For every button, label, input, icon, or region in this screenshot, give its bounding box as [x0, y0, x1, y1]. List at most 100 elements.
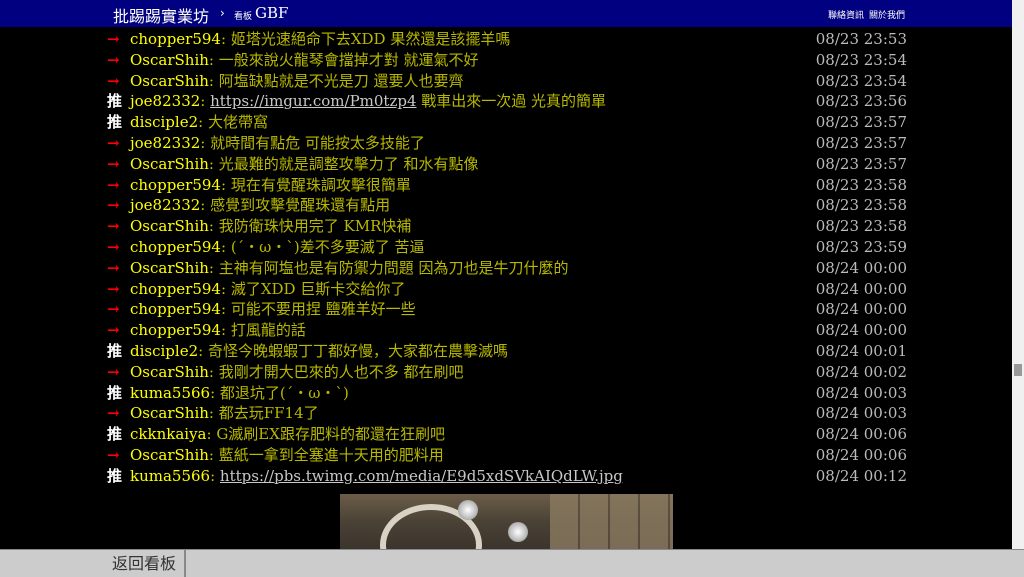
push-text: 感覺到攻擊覺醒珠還有點用	[210, 196, 391, 215]
push-user: joe82332	[130, 196, 201, 215]
push-content: (´・ω・`)差不多要滅了 苦逼	[231, 238, 425, 256]
push-text: 可能不要用捏 鹽雅羊好一些	[230, 300, 416, 319]
push-tag: 推	[107, 425, 123, 444]
push-row: → OscarShih: 光最難的就是調整攻擊力了 和水有點像 08/23 23:5…	[107, 154, 917, 174]
push-row: → joe82332: 就時間有點危 可能按太多技能了 08/23 23:57	[107, 133, 917, 153]
push-text: 奇怪今晚蝦蝦丁丁都好慢，大家都在農擊滅嗎	[207, 342, 508, 360]
push-text: (´・ω・`)差不多要滅了 苦逼	[230, 238, 425, 256]
push-content: 現在有覺醒珠調攻擊很簡單	[231, 176, 411, 194]
arrow-tag: →	[107, 196, 120, 215]
push-text: 阿塩缺點就是不光是刀 還要人也要齊	[218, 71, 464, 90]
breadcrumb-separator: ›	[220, 6, 225, 20]
push-colon: :	[220, 300, 231, 319]
board-name-link[interactable]: GBF	[255, 4, 288, 22]
push-time: 08/23 23:56	[815, 92, 907, 111]
push-time: 08/23 23:53	[815, 30, 907, 48]
push-row: → chopper594: 打風龍的話 08/24 00:00	[107, 320, 917, 340]
push-text: 姬塔光速絕命下去XDD 果然還是該擺羊嗎	[230, 30, 511, 48]
push-text: 主神有阿塩也是有防禦力問題 因為刀也是牛刀什麼的	[218, 258, 569, 277]
push-row: → OscarShih: 一般來說火龍琴會擋掉才對 就運氣不好 08/23 23:5…	[107, 50, 917, 70]
push-colon: :	[210, 383, 220, 402]
push-content: 都去玩FF14了	[219, 404, 319, 422]
bottom-bar: 返回看板	[0, 549, 1024, 577]
push-colon: :	[220, 321, 231, 340]
gem-shape	[508, 522, 528, 542]
comment-area: → chopper594: 姬塔光速絕命下去XDD 果然還是該擺羊嗎 08/23 2…	[0, 27, 1012, 549]
push-content: 主神有阿塩也是有防禦力問題 因為刀也是牛刀什麼的	[219, 259, 569, 277]
push-tag: 推	[107, 92, 123, 111]
push-colon: :	[220, 279, 231, 298]
push-text: 戰車出來一次過 光真的簡單	[416, 92, 607, 111]
vertical-scrollbar[interactable]	[1012, 0, 1024, 549]
arrow-tag: →	[107, 300, 120, 319]
push-time: 08/23 23:58	[815, 196, 907, 215]
arrow-tag: →	[107, 175, 120, 194]
push-text: 就時間有點危 可能按太多技能了	[210, 134, 425, 152]
push-time: 08/24 00:01	[815, 342, 907, 360]
push-user: chopper594	[130, 30, 221, 48]
push-row: → OscarShih: 藍紙一拿到全塞進十天用的肥料用 08/24 00:06	[107, 445, 917, 465]
push-text: 都去玩FF14了	[218, 404, 319, 423]
push-row: 推 disciple2: 奇怪今晚蝦蝦丁丁都好慢，大家都在農擊滅嗎 08/24 00…	[107, 341, 917, 361]
push-user: OscarShih	[130, 71, 209, 90]
push-time: 08/24 00:06	[815, 446, 907, 464]
image-preview[interactable]	[340, 494, 673, 549]
push-row: 推 kuma5566: 都退坑了(´・ω・`) 08/24 00:03	[107, 383, 917, 403]
push-user: OscarShih	[130, 362, 209, 381]
push-user: OscarShih	[130, 258, 209, 277]
push-content: 光最難的就是調整攻擊力了 和水有點像	[219, 155, 479, 173]
push-row: 推 kuma5566: https://pbs.twimg.com/media/E…	[107, 466, 917, 486]
push-time: 08/24 00:12	[815, 466, 907, 485]
about-link[interactable]: 關於我們	[869, 8, 905, 21]
push-tag: 推	[107, 113, 123, 132]
push-content: 我剛才開大巴來的人也不多 都在刷吧	[219, 363, 464, 381]
push-user: disciple2	[130, 113, 199, 132]
push-colon: :	[220, 238, 231, 256]
push-text: 大佬帶窩	[207, 113, 268, 132]
push-content: https://pbs.twimg.com/media/E9d5xdSVkAIQ…	[220, 467, 623, 485]
arrow-tag: →	[107, 446, 120, 464]
push-colon: :	[208, 258, 219, 277]
push-row: → chopper594: 可能不要用捏 鹽雅羊好一些 08/24 00:00	[107, 299, 917, 319]
push-text: 光最難的就是調整攻擊力了 和水有點像	[218, 154, 479, 173]
push-time: 08/23 23:58	[815, 175, 907, 194]
push-user: chopper594	[130, 300, 221, 319]
push-user: chopper594	[130, 238, 221, 256]
push-time: 08/23 23:57	[815, 154, 907, 173]
push-time: 08/23 23:54	[815, 71, 907, 90]
push-row: → joe82332: 感覺到攻擊覺醒珠還有點用 08/23 23:58	[107, 195, 917, 215]
push-time: 08/23 23:58	[815, 217, 907, 236]
push-link[interactable]: https://imgur.com/Pm0tzp4	[210, 92, 416, 110]
push-row: → OscarShih: 我剛才開大巴來的人也不多 都在刷吧 08/24 00:02	[107, 362, 917, 382]
push-colon: :	[198, 342, 208, 360]
site-title-link[interactable]: 批踢踢實業坊	[113, 3, 209, 27]
push-colon: :	[208, 154, 219, 173]
push-colon: :	[208, 217, 219, 236]
arrow-tag: →	[107, 321, 120, 340]
push-content: 打風龍的話	[231, 321, 306, 339]
push-content: 都退坑了(´・ω・`)	[220, 384, 349, 402]
push-time: 08/24 00:00	[815, 279, 907, 298]
push-content: 我防衛珠快用完了 KMR快補	[219, 217, 412, 235]
push-time: 08/23 23:57	[815, 134, 907, 152]
push-colon: :	[208, 71, 219, 90]
push-content: 大佬帶窩	[208, 113, 268, 131]
back-to-board-button[interactable]: 返回看板	[104, 550, 186, 577]
push-colon: :	[220, 175, 231, 194]
push-content: 一般來說火龍琴會擋掉才對 就運氣不好	[219, 51, 479, 69]
push-user: ckknkaiya	[130, 425, 207, 444]
arrow-tag: →	[107, 258, 120, 277]
push-row: 推 disciple2: 大佬帶窩 08/23 23:57	[107, 112, 917, 132]
push-content: https://imgur.com/Pm0tzp4 戰車出來一次過 光真的簡單	[210, 92, 606, 110]
push-text: 現在有覺醒珠調攻擊很簡單	[230, 175, 411, 194]
push-colon: :	[208, 50, 219, 69]
push-text: 我剛才開大巴來的人也不多 都在刷吧	[218, 362, 464, 381]
contact-link[interactable]: 聯絡資訊	[828, 8, 864, 21]
push-user: OscarShih	[130, 217, 209, 236]
scroll-thumb[interactable]	[1014, 364, 1022, 376]
push-row: 推 ckknkaiya: G滅刷EX跟存肥料的都還在狂刷吧 08/24 00:06	[107, 424, 917, 444]
push-link[interactable]: https://pbs.twimg.com/media/E9d5xdSVkAIQ…	[220, 467, 623, 485]
gem-shape	[458, 500, 478, 520]
push-user: OscarShih	[130, 446, 209, 464]
push-user: OscarShih	[130, 50, 209, 69]
